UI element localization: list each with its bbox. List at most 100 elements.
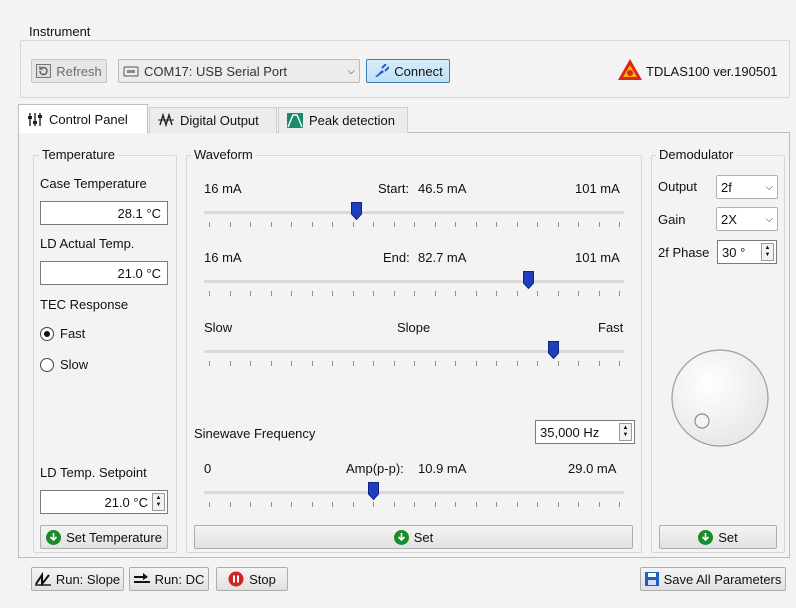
sinewave-frequency-value: 35,000 Hz xyxy=(540,424,600,440)
slider-ticks xyxy=(204,502,624,507)
slider-tick xyxy=(332,222,333,227)
ld-actual-temp-label: LD Actual Temp. xyxy=(40,236,135,251)
case-temperature-label: Case Temperature xyxy=(40,176,147,191)
slider-thumb[interactable] xyxy=(368,482,379,500)
slider-tick xyxy=(599,502,600,507)
tab-digital-output[interactable]: Digital Output xyxy=(149,107,277,133)
amp-slider[interactable] xyxy=(204,482,624,508)
spin-arrows-icon[interactable]: ▲ ▼ xyxy=(619,423,632,441)
slider-tick xyxy=(271,361,272,366)
slider-tick xyxy=(599,291,600,296)
output-select[interactable]: 2f ⌵ xyxy=(716,175,778,199)
port-select[interactable]: COM17: USB Serial Port ⌵ xyxy=(118,59,360,83)
tab-label: Control Panel xyxy=(49,111,128,127)
gain-value: 2X xyxy=(721,211,737,227)
spin-arrows-icon[interactable]: ▲ ▼ xyxy=(761,243,774,261)
slider-tick xyxy=(394,502,395,507)
tec-response-label: TEC Response xyxy=(40,297,129,312)
slider-thumb[interactable] xyxy=(523,271,534,289)
ld-actual-temp-value: 21.0 °C xyxy=(40,261,168,285)
end-slider[interactable] xyxy=(204,271,624,297)
slider-tick xyxy=(476,291,477,296)
slider-tick xyxy=(537,222,538,227)
slider-thumb[interactable] xyxy=(548,341,559,359)
ld-temp-setpoint-spinner[interactable]: 21.0 °C ▲ ▼ xyxy=(40,490,168,514)
phase-label: 2f Phase xyxy=(658,245,710,260)
tec-slow-radio[interactable] xyxy=(40,358,54,372)
slider-tick xyxy=(578,291,579,296)
ld-temp-setpoint-label: LD Temp. Setpoint xyxy=(40,465,147,480)
phase-value: 30 ° xyxy=(722,244,746,260)
amp-max-label: 29.0 mA xyxy=(568,461,617,476)
slope-icon xyxy=(34,572,51,586)
chevron-down-icon: ⌵ xyxy=(765,213,773,225)
start-min-label: 16 mA xyxy=(204,181,242,196)
slider-tick xyxy=(312,361,313,366)
slider-tick xyxy=(435,502,436,507)
chevron-down-icon: ⌵ xyxy=(765,181,773,193)
connect-label: Connect xyxy=(394,63,443,79)
tec-fast-label: Fast xyxy=(60,326,86,341)
download-icon xyxy=(698,529,714,545)
start-slider[interactable] xyxy=(204,202,624,228)
stop-icon xyxy=(228,571,244,587)
slider-tick xyxy=(312,222,313,227)
set-temperature-button[interactable]: Set Temperature xyxy=(40,525,168,549)
waveform-set-label: Set xyxy=(413,529,434,545)
gain-select[interactable]: 2X ⌵ xyxy=(716,207,778,231)
run-slope-button[interactable]: Run: Slope xyxy=(31,567,124,591)
warning-logo-icon xyxy=(618,59,642,80)
slider-tick xyxy=(558,502,559,507)
phase-knob[interactable] xyxy=(669,347,771,449)
save-all-label: Save All Parameters xyxy=(663,571,782,587)
slider-tick xyxy=(414,361,415,366)
slider-tick xyxy=(517,222,518,227)
slope-slider[interactable] xyxy=(204,341,624,367)
sinewave-frequency-spinner[interactable]: 35,000 Hz ▲ ▼ xyxy=(535,420,635,444)
stop-button[interactable]: Stop xyxy=(216,567,288,591)
slider-tick xyxy=(373,361,374,366)
sliders-icon xyxy=(28,112,42,126)
slider-tick xyxy=(353,291,354,296)
slider-tick xyxy=(578,361,579,366)
refresh-button[interactable]: Refresh xyxy=(31,59,107,83)
slider-thumb[interactable] xyxy=(351,202,362,220)
tec-fast-radio[interactable] xyxy=(40,327,54,341)
slider-tick xyxy=(496,502,497,507)
start-label: Start: xyxy=(378,181,410,196)
demodulator-set-button[interactable]: Set xyxy=(659,525,777,549)
slider-track xyxy=(204,350,624,353)
slider-tick xyxy=(250,361,251,366)
slider-tick xyxy=(578,502,579,507)
slider-tick xyxy=(373,291,374,296)
save-icon xyxy=(644,572,659,586)
run-dc-button[interactable]: Run: DC xyxy=(129,567,209,591)
tab-peak-detection[interactable]: Peak detection xyxy=(278,107,408,133)
output-value: 2f xyxy=(721,179,732,195)
slider-tick xyxy=(496,291,497,296)
slider-tick xyxy=(394,222,395,227)
save-all-parameters-button[interactable]: Save All Parameters xyxy=(640,567,786,591)
download-icon xyxy=(46,529,62,545)
stop-label: Stop xyxy=(249,571,276,587)
slider-ticks xyxy=(204,361,624,366)
set-temperature-label: Set Temperature xyxy=(66,529,162,545)
slider-tick xyxy=(496,222,497,227)
waveform-set-button[interactable]: Set xyxy=(194,525,633,549)
slider-tick xyxy=(332,502,333,507)
slider-tick xyxy=(250,502,251,507)
phase-spinner[interactable]: 30 ° ▲ ▼ xyxy=(717,240,777,264)
slider-tick xyxy=(271,291,272,296)
slider-tick xyxy=(291,361,292,366)
connect-button[interactable]: Connect xyxy=(366,59,450,83)
spin-arrows-icon[interactable]: ▲ ▼ xyxy=(152,493,165,511)
setpoint-value: 21.0 °C xyxy=(104,494,148,510)
slider-tick xyxy=(312,291,313,296)
slider-tick xyxy=(537,502,538,507)
slider-ticks xyxy=(204,291,624,296)
slope-max-label: Fast xyxy=(598,320,624,335)
slider-tick xyxy=(414,502,415,507)
slider-tick xyxy=(455,361,456,366)
tab-control-panel[interactable]: Control Panel xyxy=(18,104,148,133)
waveform-icon xyxy=(158,113,174,128)
